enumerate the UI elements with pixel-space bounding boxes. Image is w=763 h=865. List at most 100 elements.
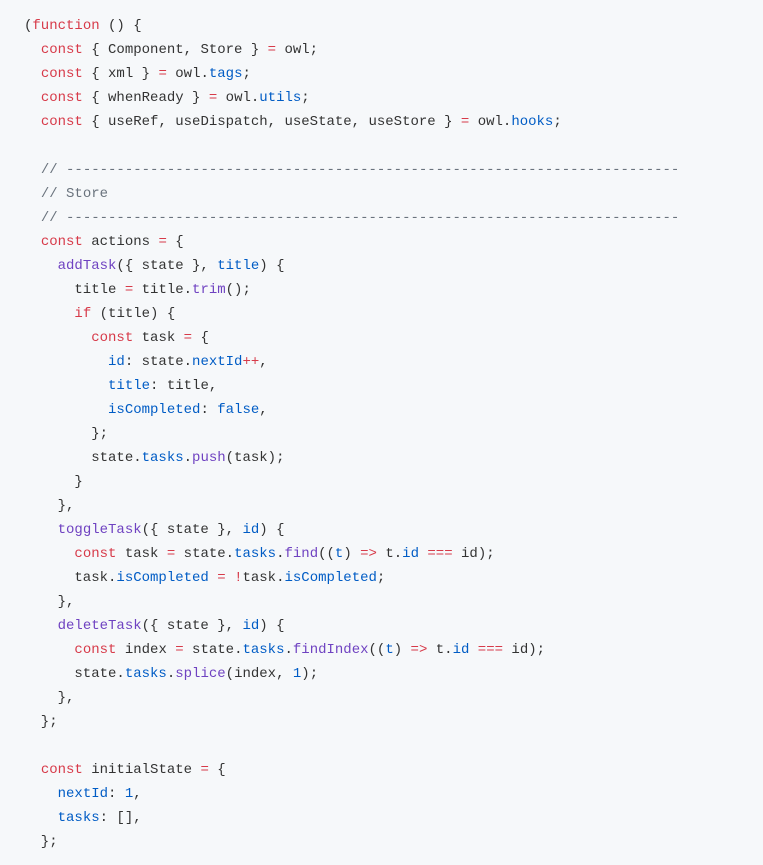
token-pn: }; (24, 834, 58, 850)
token-pn: }; (24, 426, 108, 442)
token-pn: state. (175, 546, 234, 562)
token-pn (24, 210, 41, 226)
token-pn: title. (133, 282, 192, 298)
token-prop: tasks (125, 666, 167, 682)
token-pn: task. (242, 570, 284, 586)
token-prop: title (108, 378, 150, 394)
token-pn: owl. (217, 90, 259, 106)
token-pn: index (116, 642, 175, 658)
token-pn: , (133, 786, 141, 802)
token-kw: const (41, 90, 83, 106)
token-prop: isCompleted (108, 402, 200, 418)
token-pn (24, 186, 41, 202)
token-pn: () { (100, 18, 142, 34)
token-kw: const (41, 762, 83, 778)
token-pn: (index, (226, 666, 293, 682)
token-pn (24, 42, 41, 58)
token-kw: = (200, 762, 208, 778)
token-prop: isCompleted (116, 570, 208, 586)
token-fn: deleteTask (58, 618, 142, 634)
token-pn: { whenReady } (83, 90, 209, 106)
token-kw: const (41, 114, 83, 130)
token-pn (24, 522, 58, 538)
token-pn (24, 330, 91, 346)
token-prop: tasks (58, 810, 100, 826)
token-kw: === (478, 642, 503, 658)
token-kw: if (74, 306, 91, 322)
token-pn: id); (503, 642, 545, 658)
token-pn: }, (24, 594, 74, 610)
token-pn (24, 642, 74, 658)
token-num: 1 (125, 786, 133, 802)
token-pn (24, 66, 41, 82)
token-pn (24, 786, 58, 802)
token-kw: = (158, 66, 166, 82)
token-fn: push (192, 450, 226, 466)
token-pn: state. (24, 450, 142, 466)
token-pn: . (276, 546, 284, 562)
token-pn: . (167, 666, 175, 682)
token-fn: trim (192, 282, 226, 298)
token-pn: : [], (100, 810, 142, 826)
token-pn: { (167, 234, 184, 250)
token-pn (24, 378, 108, 394)
token-fn: addTask (58, 258, 117, 274)
token-pn: task (116, 546, 166, 562)
token-kw: const (74, 546, 116, 562)
token-prop: title (217, 258, 259, 274)
token-prop: id (453, 642, 470, 658)
token-kw: = (125, 282, 133, 298)
token-pn: ({ state }, (142, 522, 243, 538)
token-prop: t (385, 642, 393, 658)
token-cm: // Store (41, 186, 108, 202)
token-kw: const (74, 642, 116, 658)
token-pn (24, 810, 58, 826)
token-prop: id (108, 354, 125, 370)
token-pn: (title) { (91, 306, 175, 322)
token-prop: id (242, 618, 259, 634)
token-prop: tasks (242, 642, 284, 658)
token-fn: findIndex (293, 642, 369, 658)
token-kw: = (167, 546, 175, 562)
token-pn (24, 618, 58, 634)
token-kw: const (41, 234, 83, 250)
token-pn: . (184, 450, 192, 466)
token-prop: id (402, 546, 419, 562)
token-pn (226, 570, 234, 586)
token-pn: }; (24, 714, 58, 730)
token-pn: ) { (259, 618, 284, 634)
token-fn: toggleTask (58, 522, 142, 538)
token-pn (24, 402, 108, 418)
token-pn: , (259, 402, 267, 418)
token-pn: , (259, 354, 267, 370)
token-pn: id); (453, 546, 495, 562)
token-pn (209, 570, 217, 586)
token-prop: utils (259, 90, 301, 106)
token-pn (24, 762, 41, 778)
token-pn: ; (553, 114, 561, 130)
token-pn: ; (377, 570, 385, 586)
token-pn (24, 258, 58, 274)
token-cm: // -------------------------------------… (41, 162, 680, 178)
token-prop: nextId (58, 786, 108, 802)
token-pn: state. (24, 666, 125, 682)
token-fn: find (285, 546, 319, 562)
token-pn: t. (377, 546, 402, 562)
token-pn: }, (24, 690, 74, 706)
token-fn: splice (175, 666, 225, 682)
token-pn (469, 642, 477, 658)
token-pn: initialState (83, 762, 201, 778)
token-pn: ) { (259, 258, 284, 274)
token-prop: tags (209, 66, 243, 82)
token-kw: const (91, 330, 133, 346)
token-pn (24, 90, 41, 106)
token-prop: tasks (234, 546, 276, 562)
token-prop: id (242, 522, 259, 538)
token-pn: : (108, 786, 125, 802)
token-pn: (task); (226, 450, 285, 466)
token-kw: function (32, 18, 99, 34)
token-pn: }, (24, 498, 74, 514)
token-cm: // -------------------------------------… (41, 210, 680, 226)
token-pn: { useRef, useDispatch, useState, useStor… (83, 114, 461, 130)
token-pn: { xml } (83, 66, 159, 82)
